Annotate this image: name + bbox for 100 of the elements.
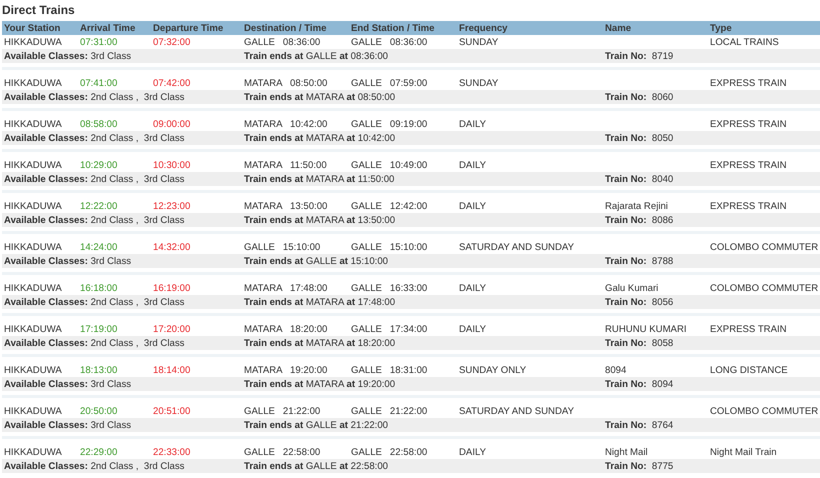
- table-cell-text: HIKKADUWA: [3, 324, 63, 334]
- column-header[interactable]: Destination / Time: [242, 22, 349, 34]
- table-cell-text: COLOMBO COMMUTER: [709, 282, 820, 294]
- table-cell-text: MATARA 11:50:00: [243, 160, 328, 170]
- table-cell-text: 07:32:00: [152, 36, 192, 48]
- detail-text: Available Classes: 2nd Class , 3rd Class: [3, 296, 186, 308]
- detail-text: Available Classes: 3rd Class: [3, 50, 132, 62]
- table-cell-text: 18:13:00: [79, 364, 118, 376]
- table-cell-text: GALLE 07:59:00: [350, 78, 428, 88]
- table-cell-text: HIKKADUWA: [3, 242, 63, 252]
- column-header[interactable]: Type: [708, 22, 820, 34]
- detail-text: Train No: 8788: [604, 256, 674, 266]
- detail-text: Train ends at MATARA at 08:50:00: [243, 92, 396, 102]
- table-cell-text: COLOMBO COMMUTER: [709, 242, 820, 252]
- table-cell-text: MATARA 08:50:00: [243, 78, 328, 88]
- table-cell-text: MATARA 17:48:00: [243, 282, 328, 294]
- table-cell-text: GALLE 15:10:00: [243, 242, 322, 252]
- table-cell-text: 17:20:00: [152, 324, 192, 334]
- table-cell-text: 14:32:00: [152, 242, 192, 252]
- detail-text: Available Classes: 3rd Class: [3, 378, 132, 390]
- table-cell-text: MATARA 18:20:00: [243, 324, 328, 334]
- table-cell-text: Rajarata Rejini: [604, 200, 669, 212]
- table-cell-text: HIKKADUWA: [3, 364, 63, 376]
- table-cell-text: 8094: [604, 364, 628, 376]
- detail-text: Train No: 8060: [604, 92, 674, 102]
- detail-text: Train No: 8086: [604, 214, 674, 226]
- table-cell-text: 12:22:00: [79, 200, 118, 212]
- detail-text: Train No: 8775: [604, 460, 674, 472]
- detail-text: Train No: 8094: [604, 378, 674, 390]
- table-cell-text: SUNDAY: [458, 36, 500, 48]
- table-cell-text: HIKKADUWA: [3, 446, 63, 458]
- table-cell-text: 20:50:00: [79, 406, 118, 416]
- table-cell-text: HIKKADUWA: [3, 200, 63, 212]
- column-header[interactable]: Frequency: [457, 22, 603, 34]
- detail-text: Available Classes: 3rd Class: [3, 420, 132, 430]
- table-cell-text: 17:19:00: [79, 324, 118, 334]
- detail-text: Train ends at MATARA at 18:20:00: [243, 338, 396, 348]
- detail-text: Train ends at GALLE at 08:36:00: [243, 50, 389, 62]
- table-cell-text: GALLE 10:49:00: [350, 160, 428, 170]
- table-cell-text: GALLE 08:36:00: [350, 36, 428, 48]
- table-cell-text: GALLE 22:58:00: [243, 446, 322, 458]
- detail-text: Train ends at GALLE at 22:58:00: [243, 460, 389, 472]
- table-cell-text: GALLE 15:10:00: [350, 242, 428, 252]
- table-cell-text: SUNDAY ONLY: [458, 364, 528, 376]
- table-cell-text: HIKKADUWA: [3, 78, 63, 88]
- detail-text: Train No: 8719: [604, 50, 674, 62]
- table-cell-text: 07:41:00: [79, 78, 118, 88]
- table-cell-text: GALLE 09:19:00: [350, 118, 428, 130]
- detail-text: Train ends at MATARA at 17:48:00: [243, 296, 396, 308]
- table-cell-text: GALLE 21:22:00: [350, 406, 428, 416]
- table-cell-text: DAILY: [458, 200, 488, 212]
- detail-text: Available Classes: 2nd Class , 3rd Class: [3, 214, 186, 226]
- table-cell-text: Night Mail: [604, 446, 649, 458]
- table-cell-text: COLOMBO COMMUTER: [709, 406, 820, 416]
- table-cell-text: GALLE 08:36:00: [243, 36, 322, 48]
- detail-text: Train No: 8040: [604, 174, 674, 184]
- detail-text: Train No: 8058: [604, 338, 674, 348]
- table-cell-text: EXPRESS TRAIN: [709, 160, 788, 170]
- table-cell-text: MATARA 10:42:00: [243, 118, 328, 130]
- table-cell-text: EXPRESS TRAIN: [709, 78, 788, 88]
- table-cell-text: DAILY: [458, 160, 488, 170]
- table-cell-text: DAILY: [458, 282, 488, 294]
- detail-text: Train ends at MATARA at 11:50:00: [243, 174, 396, 184]
- table-cell-text: GALLE 12:42:00: [350, 200, 428, 212]
- table-cell-text: HIKKADUWA: [3, 406, 63, 416]
- detail-text: Available Classes: 2nd Class , 3rd Class: [3, 460, 186, 472]
- table-cell-text: 10:30:00: [152, 160, 192, 170]
- table-cell-text: SATURDAY AND SUNDAY: [458, 406, 575, 416]
- table-cell-text: LOCAL TRAINS: [709, 36, 780, 48]
- table-cell-text: GALLE 16:33:00: [350, 282, 428, 294]
- detail-text: Available Classes: 2nd Class , 3rd Class: [3, 338, 186, 348]
- column-header[interactable]: Name: [603, 22, 708, 34]
- column-header[interactable]: End Station / Time: [349, 22, 457, 34]
- table-cell-text: 07:42:00: [152, 78, 192, 88]
- detail-text: Train No: 8764: [604, 420, 674, 430]
- detail-text: Train No: 8056: [604, 296, 674, 308]
- table-cell-text: EXPRESS TRAIN: [709, 324, 788, 334]
- table-cell-text: MATARA 13:50:00: [243, 200, 328, 212]
- column-header[interactable]: Departure Time: [151, 22, 242, 34]
- table-cell-text: 16:18:00: [79, 282, 118, 294]
- table-cell-text: HIKKADUWA: [3, 282, 63, 294]
- detail-text: Train No: 8050: [604, 132, 674, 144]
- detail-text: Train ends at GALLE at 21:22:00: [243, 420, 389, 430]
- table-cell-text: 07:31:00: [79, 36, 118, 48]
- table-cell-text: Galu Kumari: [604, 282, 660, 294]
- section-title: Direct Trains: [1, 2, 76, 19]
- table-cell-text: MATARA 19:20:00: [243, 364, 328, 376]
- table-cell-text: HIKKADUWA: [3, 160, 63, 170]
- table-cell-text: DAILY: [458, 324, 488, 334]
- table-cell-text: 12:23:00: [152, 200, 192, 212]
- table-cell-text: 10:29:00: [79, 160, 118, 170]
- column-header[interactable]: Your Station: [2, 22, 78, 34]
- table-cell-text: 18:14:00: [152, 364, 192, 376]
- table-cell-text: HIKKADUWA: [3, 118, 63, 130]
- table-cell-text: LONG DISTANCE: [709, 364, 789, 376]
- table-cell-text: GALLE 18:31:00: [350, 364, 428, 376]
- table-cell-text: 20:51:00: [152, 406, 192, 416]
- table-cell-text: 16:19:00: [152, 282, 192, 294]
- column-header[interactable]: Arrival Time: [78, 22, 151, 34]
- detail-text: Available Classes: 3rd Class: [3, 256, 132, 266]
